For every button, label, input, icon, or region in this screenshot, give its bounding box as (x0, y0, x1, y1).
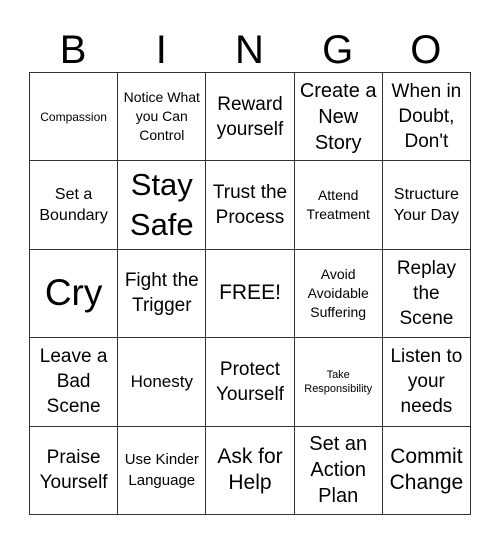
bingo-cell[interactable]: When in Doubt, Don't (382, 73, 471, 162)
bingo-cell[interactable]: Commit Change (382, 426, 471, 515)
cell-label: Trust the Process (212, 182, 288, 229)
cell-label: Stay Safe (129, 167, 194, 243)
cell-label: Cry (44, 272, 103, 314)
free-space-cell[interactable]: FREE! (206, 249, 295, 339)
cell-label: Replay the Scene (396, 257, 456, 329)
cell-label: Ask for Help (217, 444, 283, 495)
cell-label: Honesty (130, 372, 193, 392)
cell-label: Structure Your Day (393, 186, 459, 225)
bingo-cell[interactable]: Listen to your needs (382, 338, 471, 427)
bingo-cell[interactable]: Leave a Bad Scene (30, 338, 119, 427)
header-letter-b: B (59, 28, 87, 72)
cell-label: Take Responsibility (304, 368, 373, 395)
cell-label: Attend Treatment (306, 187, 370, 223)
bingo-cell[interactable]: Trust the Process (206, 161, 295, 250)
bingo-cell[interactable]: Set an Action Plan (294, 426, 383, 515)
bingo-cell[interactable]: Avoid Avoidable Suffering (294, 249, 383, 339)
cell-label: Leave a Bad Scene (39, 346, 108, 418)
cell-label: Praise Yourself (39, 447, 108, 494)
cell-label: Compassion (40, 109, 107, 124)
bingo-grid: Compassion Notice What you Can Control R… (29, 72, 471, 515)
bingo-cell[interactable]: Attend Treatment (294, 161, 383, 250)
bingo-card: B I N G O Compassion Notice What you Can… (0, 0, 500, 544)
bingo-cell[interactable]: Cry (30, 249, 119, 339)
cell-label: Fight the Trigger (124, 270, 199, 317)
bingo-cell[interactable]: Notice What you Can Control (118, 73, 207, 162)
header-letter-o: O (410, 28, 442, 72)
bingo-cell[interactable]: Fight the Trigger (118, 249, 207, 339)
cell-label: Avoid Avoidable Suffering (307, 265, 369, 320)
bingo-cell[interactable]: Create a New Story (294, 73, 383, 162)
cell-label: Use Kinder Language (124, 451, 199, 490)
bingo-cell[interactable]: Reward yourself (206, 73, 295, 162)
bingo-cell[interactable]: Protect Yourself (206, 338, 295, 427)
cell-label: Protect Yourself (216, 358, 284, 405)
cell-label: Set an Action Plan (309, 433, 368, 508)
cell-label: Create a New Story (299, 79, 377, 154)
header-letter-n: N (235, 28, 264, 72)
free-space-label: FREE! (219, 281, 281, 305)
bingo-cell[interactable]: Ask for Help (206, 426, 295, 515)
header-letter-i: I (155, 28, 167, 72)
cell-label: When in Doubt, Don't (391, 81, 462, 153)
header-letter-g: G (322, 28, 354, 72)
bingo-cell[interactable]: Use Kinder Language (118, 426, 207, 515)
bingo-cell[interactable]: Honesty (118, 338, 207, 427)
bingo-cell[interactable]: Stay Safe (118, 161, 207, 250)
bingo-cell[interactable]: Replay the Scene (382, 249, 471, 339)
bingo-cell[interactable]: Praise Yourself (30, 426, 119, 515)
cell-label: Set a Boundary (39, 186, 108, 225)
cell-label: Listen to your needs (390, 346, 463, 418)
bingo-header: B I N G O (29, 28, 470, 72)
cell-label: Reward yourself (216, 93, 284, 140)
cell-label: Notice What you Can Control (123, 89, 200, 144)
bingo-cell[interactable]: Structure Your Day (382, 161, 471, 250)
cell-label: Commit Change (389, 444, 464, 495)
bingo-cell[interactable]: Take Responsibility (294, 338, 383, 427)
bingo-cell[interactable]: Set a Boundary (30, 161, 119, 250)
bingo-cell[interactable]: Compassion (30, 73, 119, 162)
